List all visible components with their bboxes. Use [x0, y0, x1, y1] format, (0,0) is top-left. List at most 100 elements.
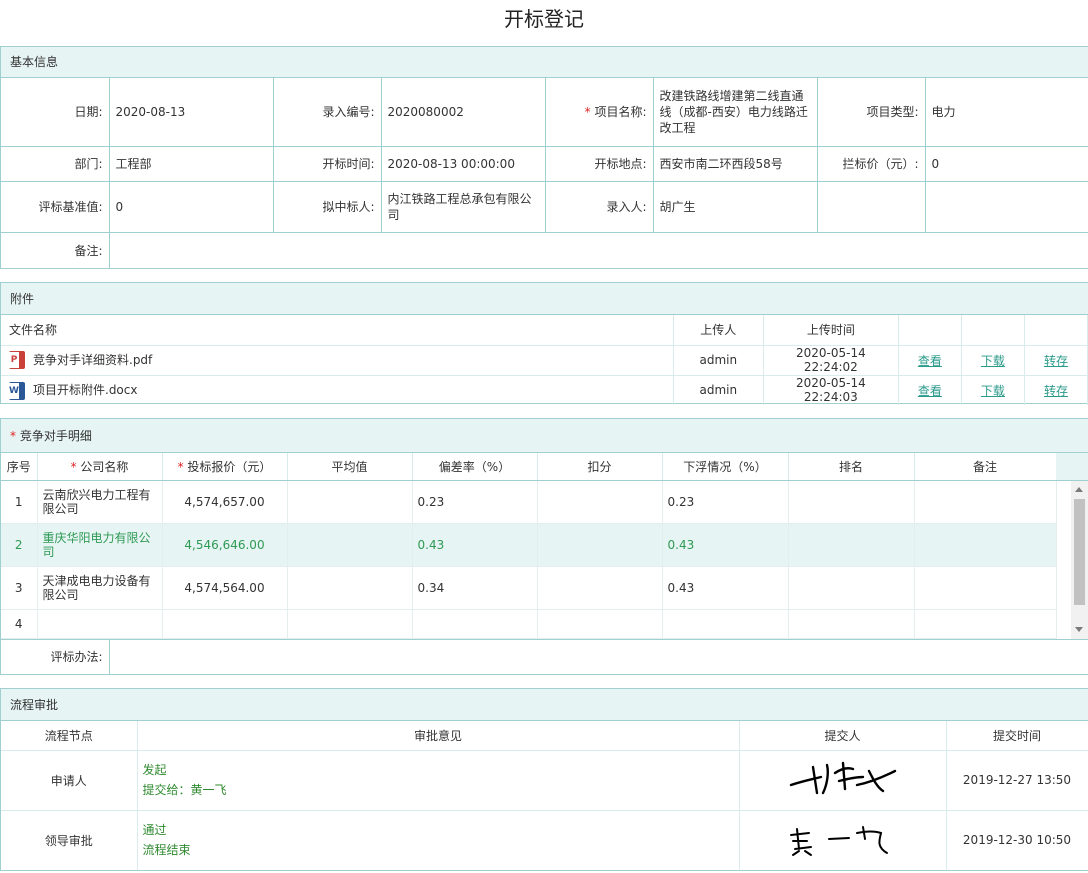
row-avg[interactable]: [287, 480, 413, 524]
file-uploader: admin: [673, 375, 764, 405]
row-deviation[interactable]: [412, 609, 538, 639]
remark-value: [109, 232, 1088, 268]
row-bid[interactable]: 4,546,646.00: [162, 523, 288, 567]
row-remark[interactable]: [914, 480, 1057, 524]
file-name-header: 文件名称: [1, 315, 674, 346]
row-remark[interactable]: [914, 523, 1057, 567]
page-title: 开标登记: [504, 7, 584, 31]
flow-opinion: 通过 流程结束: [137, 810, 740, 870]
attachments-header: 附件: [1, 283, 1088, 315]
table-row[interactable]: 4: [1, 609, 1057, 639]
col-no-header: 序号: [1, 453, 38, 481]
row-float[interactable]: 0.23: [662, 480, 789, 524]
icon-glyph: W: [9, 382, 19, 399]
flow-row: 领导审批 通过 流程结束 2019-12-30 10:50: [1, 810, 1088, 870]
winning-bidder-label: 拟中标人:: [273, 181, 382, 233]
row-deviation[interactable]: 0.34: [412, 566, 538, 610]
row-rank[interactable]: [788, 523, 915, 567]
entered-by-label: 录入人:: [545, 181, 654, 233]
entry-number-label: 录入编号:: [273, 78, 382, 147]
row-float[interactable]: [662, 609, 789, 639]
attachments-section: 附件 文件名称 上传人 上传时间 P 竞争对手详细资料.pdf admin 202…: [0, 282, 1088, 405]
bid-open-time-value: 2020-08-13 00:00:00: [381, 146, 546, 182]
required-marker: *: [70, 459, 81, 474]
flow-opinion: 发起 提交给：黄一飞: [137, 750, 740, 811]
uploader-header: 上传人: [673, 315, 764, 346]
basic-info-section: 基本信息 日期: 2020-08-13 录入编号: 2020080002 * 项…: [0, 46, 1088, 269]
table-row-selected[interactable]: 2 重庆华阳电力有限公司 4,546,646.00 0.43 0.43: [1, 523, 1057, 567]
row-bid[interactable]: [162, 609, 288, 639]
row-avg[interactable]: [287, 609, 413, 639]
row-rank[interactable]: [788, 566, 915, 610]
basic-info-header: 基本信息: [1, 47, 1088, 78]
signature-image: [789, 825, 888, 856]
eval-method-value[interactable]: [109, 639, 1088, 674]
date-value: 2020-08-13: [109, 78, 274, 147]
competitor-body-viewport[interactable]: 1 云南欣兴电力工程有限公司 4,574,657.00 0.23 0.23 2 …: [1, 480, 1088, 639]
flow-time-header: 提交时间: [946, 721, 1088, 751]
save-link[interactable]: 转存: [1044, 384, 1068, 398]
header-text: 投标报价（元）: [187, 459, 272, 474]
row-avg[interactable]: [287, 566, 413, 610]
header-text: 公司名称: [80, 459, 129, 474]
flow-time: 2019-12-30 10:50: [946, 810, 1088, 870]
row-remark[interactable]: [914, 609, 1057, 639]
row-company[interactable]: 天津成电电力设备有限公司: [37, 566, 163, 610]
col-company-header: * 公司名称: [37, 453, 163, 481]
flow-submitter-header: 提交人: [739, 721, 947, 751]
benchmark-label: 评标基准值:: [1, 181, 110, 233]
word-file-icon: W: [9, 381, 25, 400]
flow-table: 流程节点 审批意见 提交人 提交时间 申请人 发起 提交给：黄一飞 2019-1…: [1, 721, 1088, 870]
row-float[interactable]: 0.43: [662, 523, 789, 567]
row-deviation[interactable]: 0.23: [412, 480, 538, 524]
header-blank: [898, 315, 962, 346]
table-row[interactable]: 1 云南欣兴电力工程有限公司 4,574,657.00 0.23 0.23: [1, 480, 1057, 524]
view-link[interactable]: 查看: [918, 384, 942, 398]
row-deduct[interactable]: [537, 480, 663, 524]
competitor-table: 序号 * 公司名称 * 投标报价（元） 平均值 偏差率（%） 扣分 下浮情况（%…: [1, 453, 1057, 481]
row-deduct[interactable]: [537, 609, 663, 639]
department-label: 部门:: [1, 146, 110, 182]
table-row[interactable]: 3 天津成电电力设备有限公司 4,574,564.00 0.34 0.43: [1, 566, 1057, 610]
flow-node: 申请人: [1, 750, 138, 811]
required-marker: *: [584, 105, 595, 120]
header-filler: [1056, 453, 1088, 481]
row-company[interactable]: 云南欣兴电力工程有限公司: [37, 480, 163, 524]
icon-glyph: P: [9, 352, 19, 369]
ceiling-price-value: 0: [925, 146, 1088, 182]
row-rank[interactable]: [788, 480, 915, 524]
empty-value: [925, 181, 1088, 233]
row-no: 1: [1, 480, 38, 524]
file-name-cell: P 竞争对手详细资料.pdf: [1, 345, 674, 376]
row-bid[interactable]: 4,574,657.00: [162, 480, 288, 524]
vertical-scrollbar[interactable]: [1071, 480, 1088, 639]
row-rank[interactable]: [788, 609, 915, 639]
flow-opinion-header: 审批意见: [137, 721, 740, 751]
scroll-up-arrow-icon[interactable]: [1075, 486, 1083, 492]
row-remark[interactable]: [914, 566, 1057, 610]
flow-time: 2019-12-27 13:50: [946, 750, 1088, 811]
entered-by-value: 胡广生: [653, 181, 818, 233]
required-marker: *: [10, 429, 20, 443]
download-link[interactable]: 下载: [981, 354, 1005, 368]
download-link[interactable]: 下载: [981, 384, 1005, 398]
row-deduct[interactable]: [537, 566, 663, 610]
flow-header: 流程审批: [1, 689, 1088, 721]
row-avg[interactable]: [287, 523, 413, 567]
row-company[interactable]: 重庆华阳电力有限公司: [37, 523, 163, 567]
department-value: 工程部: [109, 146, 274, 182]
attachments-table: 文件名称 上传人 上传时间 P 竞争对手详细资料.pdf admin 2020-0…: [1, 315, 1088, 405]
row-company[interactable]: [37, 609, 163, 639]
row-deduct[interactable]: [537, 523, 663, 567]
competitor-grid: 序号 * 公司名称 * 投标报价（元） 平均值 偏差率（%） 扣分 下浮情况（%…: [1, 453, 1088, 674]
row-deviation[interactable]: 0.43: [412, 523, 538, 567]
basic-info-table: 日期: 2020-08-13 录入编号: 2020080002 * 项目名称: …: [1, 78, 1088, 268]
scroll-thumb[interactable]: [1074, 498, 1085, 605]
row-bid[interactable]: 4,574,564.00: [162, 566, 288, 610]
row-float[interactable]: 0.43: [662, 566, 789, 610]
view-link[interactable]: 查看: [918, 354, 942, 368]
winning-bidder-value: 内江铁路工程总承包有限公司: [381, 181, 546, 233]
save-link[interactable]: 转存: [1044, 354, 1068, 368]
scroll-down-arrow-icon[interactable]: [1075, 626, 1083, 632]
upload-time-header: 上传时间: [763, 315, 899, 346]
